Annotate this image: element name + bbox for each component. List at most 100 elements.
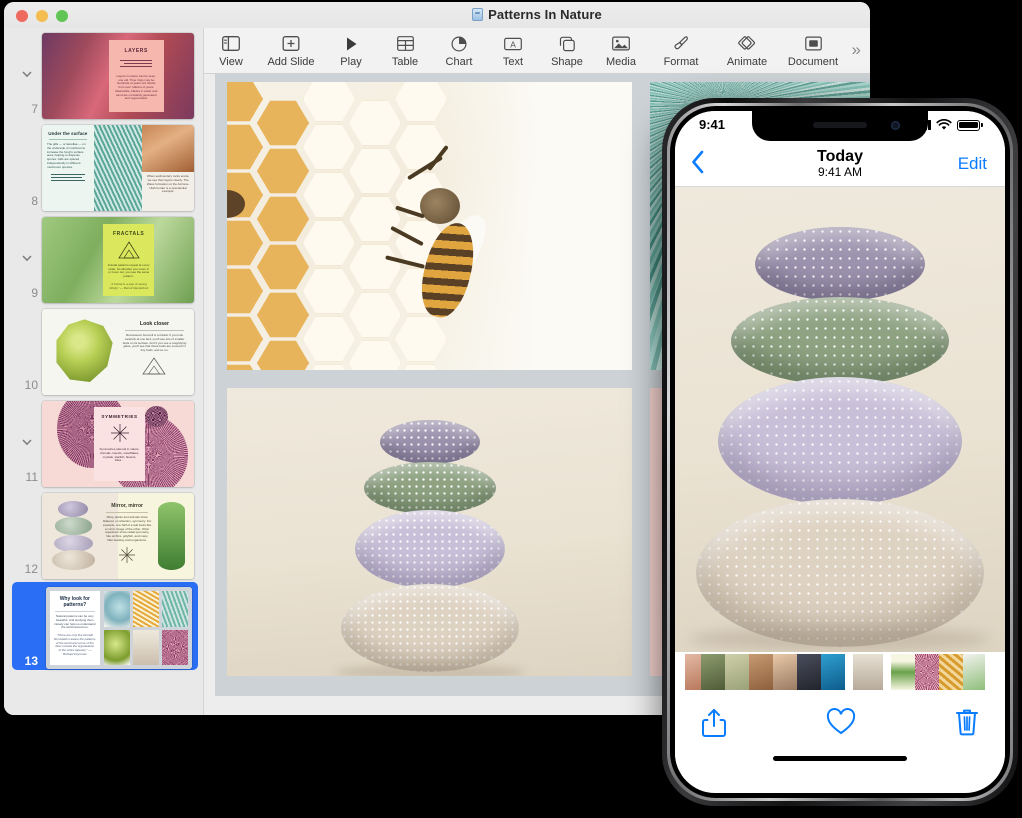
slide-thumbnail-7[interactable]: 7 LAYERS Layers in nature can be seen, o… bbox=[4, 28, 204, 120]
toolbar-label: Play bbox=[340, 56, 361, 68]
toolbar-button-format[interactable]: Format bbox=[648, 31, 714, 68]
iphone-device: 9:41 Today bbox=[662, 98, 1018, 806]
thumb-quote: “A fractal is a way of seeing infinity.”… bbox=[108, 283, 150, 291]
close-button[interactable] bbox=[16, 10, 28, 22]
app-toolbar: View Add Slide Play Table bbox=[204, 28, 870, 74]
filmstrip-thumb-portrait-2[interactable] bbox=[797, 654, 821, 690]
back-chevron-icon[interactable] bbox=[691, 150, 705, 174]
screenshot-root: Patterns In Nature View Add Slide bbox=[0, 0, 1022, 818]
document-icon bbox=[805, 33, 822, 54]
slide-thumb-art: LAYERS Layers in nature can be seen, one… bbox=[42, 33, 194, 119]
urchin-shell-bottom bbox=[696, 499, 984, 647]
toolbar-button-table[interactable]: Table bbox=[378, 31, 432, 68]
toolbar-button-view[interactable]: View bbox=[204, 31, 258, 68]
filmstrip-thumb-urchin-stack[interactable] bbox=[853, 654, 883, 690]
toolbar-button-document[interactable]: Document bbox=[780, 31, 846, 68]
nav-title-text: Today bbox=[817, 148, 863, 166]
thumb-body: Fractal patterns repeat at every scale. … bbox=[108, 264, 150, 279]
slide-number: 9 bbox=[20, 286, 38, 300]
toolbar-label: Shape bbox=[551, 56, 583, 68]
photo-viewer[interactable] bbox=[675, 187, 1005, 652]
urchin-shell-top bbox=[755, 227, 925, 301]
toolbar-button-chart[interactable]: Chart bbox=[432, 31, 486, 68]
delete-button[interactable] bbox=[955, 708, 979, 736]
thumb-body: Symmetries abound in nature. Animals, in… bbox=[99, 448, 141, 463]
text-box-icon: A bbox=[504, 33, 522, 54]
play-triangle-icon bbox=[343, 33, 359, 54]
chevron-down-icon[interactable] bbox=[20, 251, 34, 265]
slide-thumbnail-8[interactable]: 8 Under the surface The gills — or lamel… bbox=[4, 120, 204, 212]
toolbar-label: Animate bbox=[727, 56, 767, 68]
slide-thumbnail-13[interactable]: 13 Why look for patterns? Natural patter… bbox=[4, 580, 204, 672]
slide-number: 13 bbox=[20, 654, 38, 668]
filmstrip-thumb-leaf[interactable] bbox=[891, 654, 915, 690]
slide-thumbnail-9[interactable]: 9 FRACTALS Fractal patterns repeat at ev… bbox=[4, 212, 204, 304]
slide-thumbnail-12[interactable]: 12 Mirror, mirror Many plants and anim bbox=[4, 488, 204, 580]
slide-number: 12 bbox=[20, 562, 38, 576]
filmstrip-thumb-lichen[interactable] bbox=[725, 654, 749, 690]
slide-thumb-art: SYMMETRIES Symmetries abound in nature. … bbox=[42, 401, 194, 487]
slide-number: 10 bbox=[20, 378, 38, 392]
pie-chart-icon bbox=[451, 33, 467, 54]
window-controls[interactable] bbox=[16, 10, 68, 22]
filmstrip-thumb-honeycomb[interactable] bbox=[939, 654, 963, 690]
filmstrip-thumb-shell-green[interactable] bbox=[963, 654, 985, 690]
favorite-button[interactable] bbox=[826, 708, 856, 736]
filmstrip-thumb-desert[interactable] bbox=[749, 654, 773, 690]
slide-thumbnail-11[interactable]: 11 SYMMETRIES Symmetries abound in natur… bbox=[4, 396, 204, 488]
thumb-quote: “There are only five Donald Rumsfeld is … bbox=[54, 634, 96, 657]
filmstrip-thumb-sea[interactable] bbox=[821, 654, 845, 690]
slide-thumbnail-10[interactable]: 10 Look closer Romanesco broccoli is a f… bbox=[4, 304, 204, 396]
battery-full-icon bbox=[957, 120, 983, 131]
thumb-title: SYMMETRIES bbox=[94, 414, 146, 419]
filmstrip-thumb-sand-dollar[interactable] bbox=[915, 654, 939, 690]
nav-subtitle-text: 9:41 AM bbox=[817, 166, 863, 179]
thumb-title: Mirror, mirror bbox=[103, 503, 152, 509]
keynote-document-icon bbox=[472, 8, 483, 21]
toolbar-button-play[interactable]: Play bbox=[324, 31, 378, 68]
thumb-title: Under the surface bbox=[47, 131, 89, 136]
filmstrip-thumb-portrait-1[interactable] bbox=[773, 654, 797, 690]
slide-navigator[interactable]: 7 LAYERS Layers in nature can be seen, o… bbox=[4, 28, 204, 715]
toolbar-button-animate[interactable]: Animate bbox=[714, 31, 780, 68]
toolbar-label: Chart bbox=[446, 56, 473, 68]
filmstrip-thumb-cactus[interactable] bbox=[701, 654, 725, 690]
slide-thumb-art: Under the surface The gills — or lamella… bbox=[42, 125, 194, 211]
thumb-title: Why look for patterns? bbox=[54, 596, 96, 608]
toolbar-label: Media bbox=[606, 56, 636, 68]
photo-date-title: Today 9:41 AM bbox=[817, 148, 863, 180]
canvas-image-sea-urchin-stack[interactable] bbox=[227, 388, 632, 676]
slide-thumb-art: Why look for patterns? Natural patterns … bbox=[46, 587, 192, 669]
plus-square-icon bbox=[282, 33, 300, 54]
photo-icon bbox=[612, 33, 630, 54]
photo-filmstrip[interactable] bbox=[675, 652, 1005, 692]
iphone-screen[interactable]: 9:41 Today bbox=[675, 111, 1005, 793]
front-camera-icon bbox=[891, 121, 900, 130]
home-indicator bbox=[773, 756, 907, 761]
wifi-icon bbox=[936, 119, 952, 131]
paintbrush-icon bbox=[673, 33, 690, 54]
toolbar-button-add-slide[interactable]: Add Slide bbox=[258, 31, 324, 68]
thumb-body: The gills — or lamellae — on the undersi… bbox=[47, 143, 89, 169]
chevron-down-icon[interactable] bbox=[20, 67, 34, 81]
toolbar-label: Add Slide bbox=[267, 56, 314, 68]
device-notch bbox=[752, 111, 928, 141]
toolbar-button-media[interactable]: Media bbox=[594, 31, 648, 68]
urchin-shell-third bbox=[718, 377, 962, 505]
toolbar-button-text[interactable]: A Text bbox=[486, 31, 540, 68]
chevron-down-icon[interactable] bbox=[20, 435, 34, 449]
shape-icon bbox=[559, 33, 576, 54]
toolbar-overflow-chevron-icon[interactable]: » bbox=[852, 40, 858, 60]
share-button[interactable] bbox=[701, 708, 727, 738]
edit-button[interactable]: Edit bbox=[958, 154, 987, 174]
window-title-text: Patterns In Nature bbox=[488, 7, 602, 22]
toolbar-label: Table bbox=[392, 56, 418, 68]
minimize-button[interactable] bbox=[36, 10, 48, 22]
slide-number: 8 bbox=[20, 194, 38, 208]
photos-nav-bar: Today 9:41 AM Edit bbox=[675, 141, 1005, 187]
filmstrip-thumb-eye[interactable] bbox=[685, 654, 701, 690]
zoom-button[interactable] bbox=[56, 10, 68, 22]
urchin-shell-second bbox=[731, 297, 949, 385]
toolbar-button-shape[interactable]: Shape bbox=[540, 31, 594, 68]
canvas-image-honeycomb-with-bee[interactable] bbox=[227, 82, 632, 370]
